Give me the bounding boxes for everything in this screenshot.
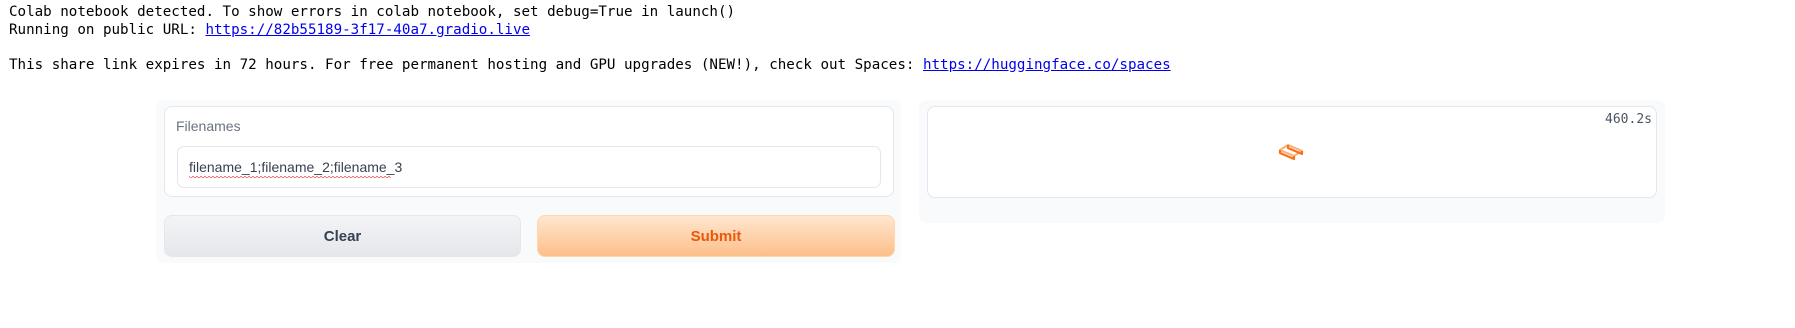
public-url-prefix: Running on public URL: [9,21,206,38]
clear-button[interactable]: Clear [164,215,521,257]
elapsed-timer: 460.2s [1605,112,1652,127]
share-expiry-text: This share link expires in 72 hours. For… [9,56,923,73]
colab-notice: Colab notebook detected. To show errors … [9,4,736,20]
public-url-line: Running on public URL: https://82b55189-… [9,22,1171,40]
filenames-input[interactable] [177,146,881,188]
console-output: Colab notebook detected. To show errors … [9,4,1171,74]
public-url-link[interactable]: https://82b55189-3f17-40a7.gradio.live [205,22,530,38]
share-expiry-line: This share link expires in 72 hours. For… [9,57,1171,75]
spaces-link[interactable]: https://huggingface.co/spaces [923,57,1171,73]
loading-spinner-icon [1278,143,1304,161]
submit-button[interactable]: Submit [537,215,895,257]
filenames-label: Filenames [176,118,241,134]
